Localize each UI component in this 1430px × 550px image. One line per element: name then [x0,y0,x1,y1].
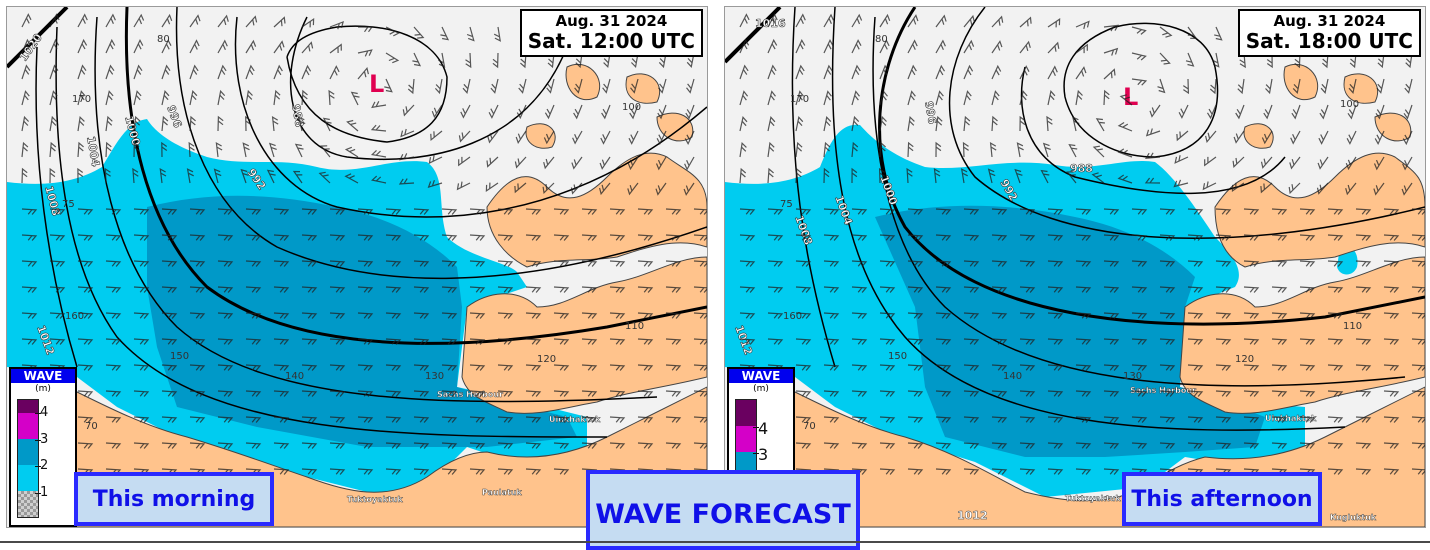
legend-swatch-1-2 [17,465,39,491]
caption-this-morning: This morning [74,472,274,526]
map-panel-morning: 1020 1012 1008 1004 1000 996 992 988 L 8… [6,6,708,528]
legend-swatch-4plus [17,399,39,413]
graticule-label: 120 [1235,354,1254,365]
graticule-label: 140 [285,371,304,382]
low-pressure-marker: L [369,70,384,98]
graticule-label: 70 [803,421,816,432]
graticule-label: 150 [888,351,907,362]
wave-map-afternoon: 1016 1012 1008 1004 1000 996 992 988 L 8… [725,7,1425,527]
legend-swatch-below-1 [17,491,39,518]
map-panel-afternoon: 1016 1012 1008 1004 1000 996 992 988 L 8… [724,6,1426,528]
place-label: Kugluktuk [1330,513,1377,522]
legend-tick: 4 [752,419,769,438]
valid-time: Sat. 18:00 UTC [1245,28,1413,53]
graticule-label: 150 [170,351,189,362]
legend-title: WAVE [729,369,793,383]
low-pressure-marker: L [1123,83,1138,111]
graticule-label: 100 [622,102,641,113]
graticule-label: 140 [1003,371,1022,382]
isobar-label: 1012 [957,509,988,522]
graticule-label: 75 [780,199,793,210]
legend-tick: 1 [34,485,49,500]
graticule-label: 80 [157,34,170,45]
divider [0,541,1430,543]
graticule-label: 130 [425,371,444,382]
wave-forecast-title: WAVE FORECAST [586,470,860,550]
graticule-label: 100 [1340,99,1359,110]
valid-date: Aug. 31 2024 [1273,12,1386,30]
wave-map-morning: 1020 1012 1008 1004 1000 996 992 988 L 8… [7,7,707,527]
place-label: Paulatuk [482,488,522,497]
legend-swatch-2-3 [17,439,39,465]
legend-unit: (m) [753,384,769,394]
graticule-label: 120 [537,354,556,365]
place-label: Ulukhaktok [549,415,601,424]
place-label: Tuktoyaktuk [347,495,403,504]
valid-date: Aug. 31 2024 [555,12,668,30]
caption-this-afternoon: This afternoon [1122,472,1322,526]
valid-time-box: Aug. 31 2024 Sat. 18:00 UTC [1237,9,1421,57]
graticule-label: 130 [1123,371,1142,382]
place-label: Tuktoyaktuk [1065,494,1121,503]
valid-time: Sat. 12:00 UTC [527,28,695,53]
legend-tick: 3 [34,432,49,447]
graticule-label: 70 [85,421,98,432]
wave-height-legend: WAVE (m) 4 3 2 1 [9,367,77,527]
legend-unit: (m) [35,384,51,394]
graticule-label: 110 [1343,321,1362,332]
graticule-label: 170 [72,94,91,105]
legend-tick: 3 [752,445,769,464]
isobar-label: 988 [1070,162,1093,175]
graticule-label: 110 [625,321,644,332]
legend-swatch-4plus [735,399,757,426]
legend-swatch-3-4 [17,413,39,439]
valid-time-box: Aug. 31 2024 Sat. 12:00 UTC [519,9,703,57]
legend-tick: 2 [34,458,49,473]
graticule-label: 75 [62,199,75,210]
legend-swatch-3-4 [735,426,757,452]
graticule-label: 80 [875,34,888,45]
legend-title: WAVE [11,369,75,383]
legend-tick: 4 [34,405,49,420]
